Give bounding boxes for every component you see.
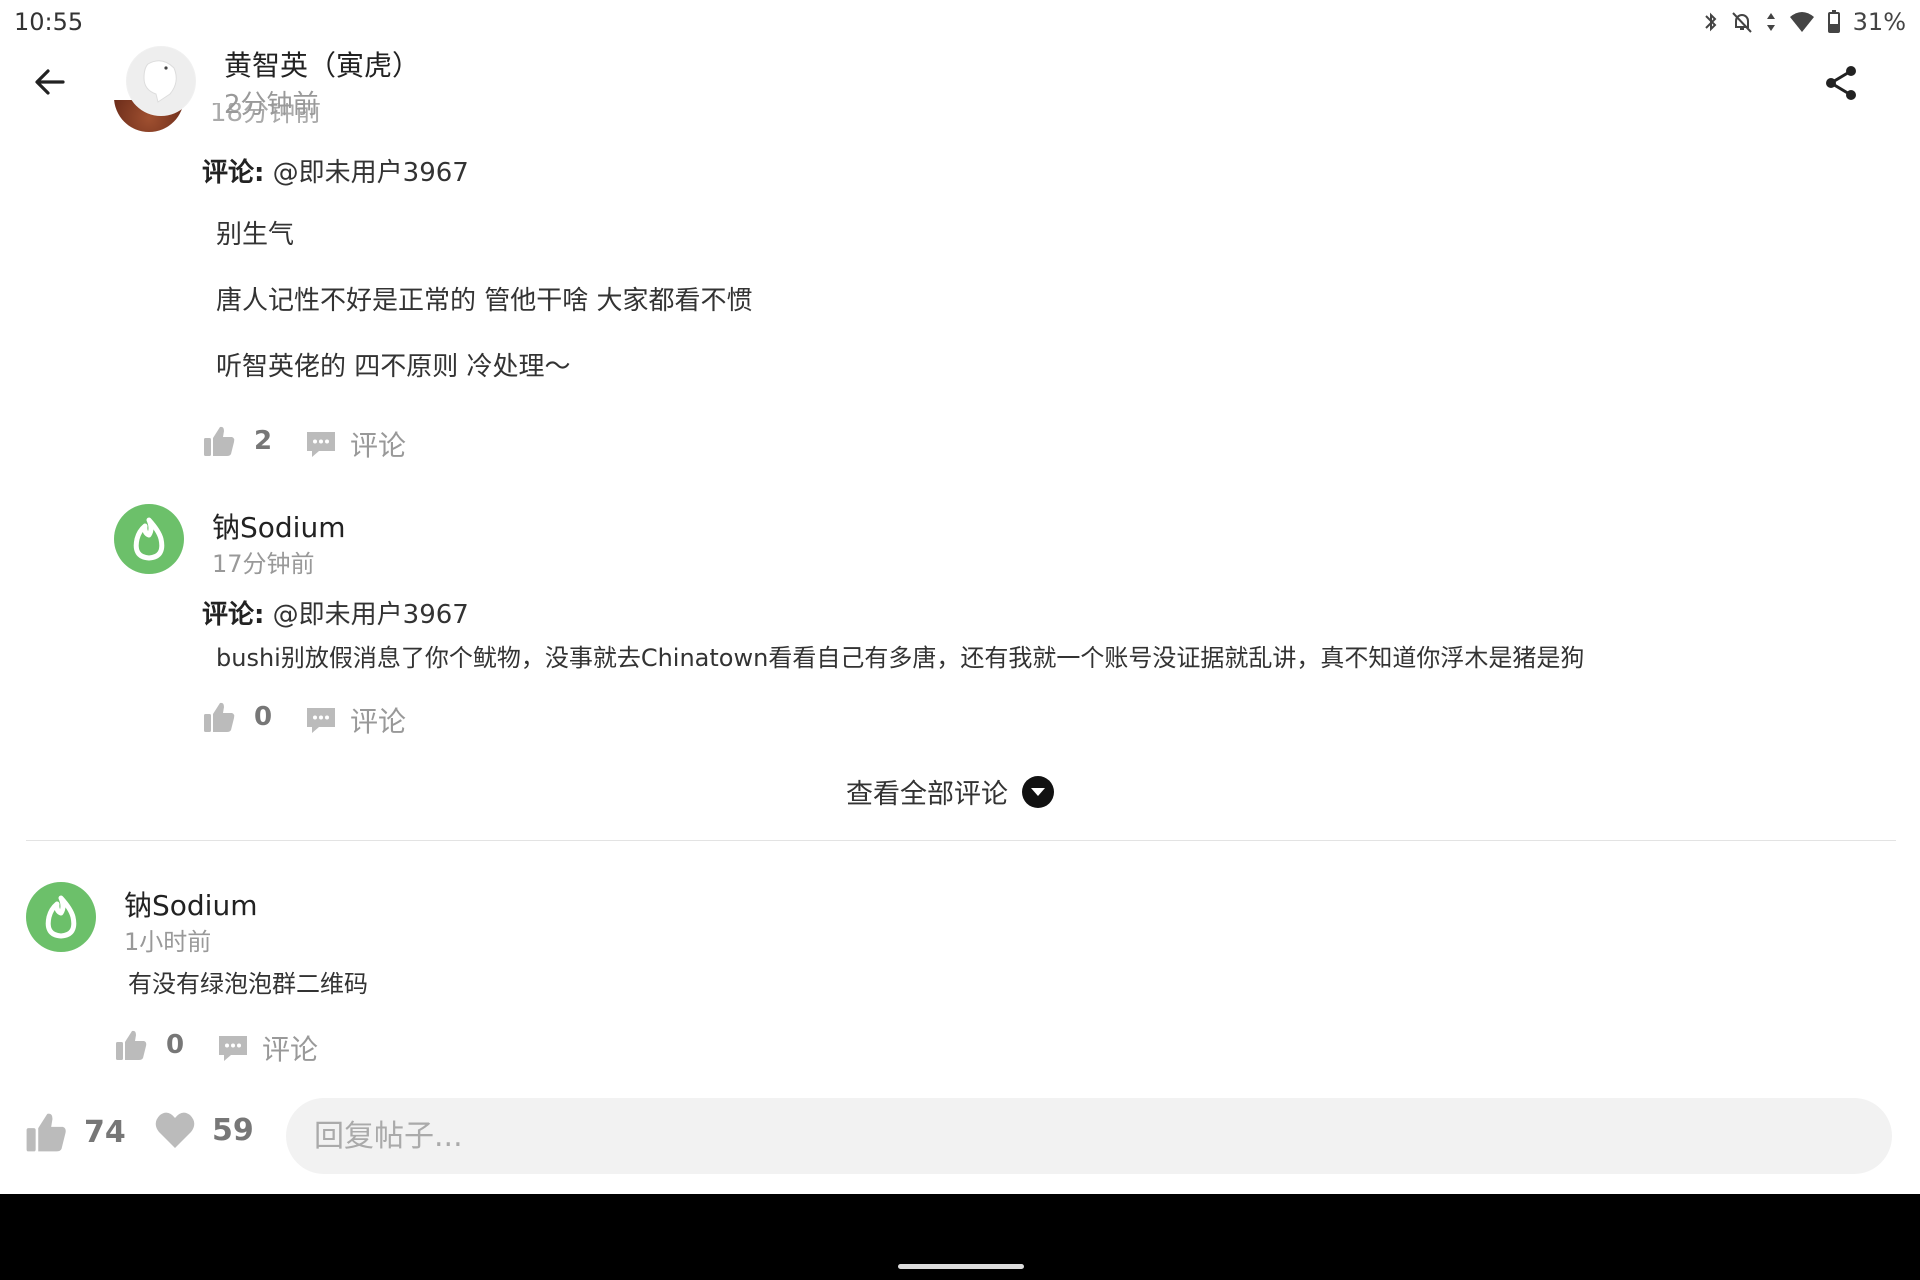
comment-prefix: 评论: xyxy=(202,600,265,630)
thumbs-up-icon xyxy=(116,1030,147,1060)
comment-bubble-icon xyxy=(307,708,335,733)
share-icon xyxy=(1826,66,1856,100)
reply-1-line-2: 唐人记性不好是正常的 管他干啥 大家都看不惯 xyxy=(216,286,753,316)
reply-input[interactable] xyxy=(286,1098,1892,1174)
thumbs-up-icon xyxy=(204,426,235,456)
data-arrows-icon xyxy=(1766,13,1775,31)
comment-avatar[interactable] xyxy=(26,882,96,952)
mention[interactable]: @即未用户3967 xyxy=(273,600,469,630)
flame-logo-icon xyxy=(133,517,165,561)
author-avatar[interactable] xyxy=(126,46,196,116)
reply-1-line-1: 别生气 xyxy=(216,220,295,250)
like-count: 0 xyxy=(166,1030,185,1060)
reply-2-time: 17分钟前 xyxy=(212,550,315,578)
post-like-count: 74 xyxy=(84,1114,126,1150)
comment-time: 1小时前 xyxy=(124,928,212,956)
comment-label: 评论 xyxy=(350,429,407,462)
notifications-off-icon xyxy=(1731,12,1752,33)
post-time: 2分钟前 xyxy=(224,90,319,120)
comment-like-button[interactable]: 0 xyxy=(114,1028,184,1062)
post-favorite-button[interactable]: 59 xyxy=(154,1110,254,1150)
post-favorite-count: 59 xyxy=(212,1112,254,1148)
comment-reply-button[interactable]: 评论 xyxy=(216,1028,318,1068)
status-icons: 31% xyxy=(1703,8,1906,36)
comment-text: 有没有绿泡泡群二维码 xyxy=(128,970,368,998)
bluetooth-icon xyxy=(1704,12,1717,32)
reply-2-target: 评论: @即未用户3967 xyxy=(202,594,469,631)
reply-2-author[interactable]: 钠Sodium xyxy=(212,506,345,546)
divider xyxy=(26,840,1896,841)
comment-bubble-icon xyxy=(307,432,335,457)
thumbs-up-icon xyxy=(26,1113,66,1152)
mention[interactable]: @即未用户3967 xyxy=(273,158,469,188)
battery-percent: 31% xyxy=(1852,8,1906,36)
comment-author[interactable]: 钠Sodium xyxy=(124,884,257,924)
heart-icon xyxy=(155,1112,195,1148)
arrow-left-icon xyxy=(35,69,65,95)
reply-1-comment-button[interactable]: 评论 xyxy=(304,424,406,464)
reply-2-avatar[interactable] xyxy=(114,504,184,574)
view-all-label: 查看全部评论 xyxy=(846,779,1008,810)
reply-2-comment-button[interactable]: 评论 xyxy=(304,700,406,740)
reply-1-target: 评论: @即未用户3967 xyxy=(202,152,469,189)
like-count: 0 xyxy=(254,702,273,732)
comment-bubble-icon xyxy=(219,1036,247,1061)
status-time: 10:55 xyxy=(14,8,84,36)
post-like-button[interactable]: 74 xyxy=(24,1110,126,1154)
comment-prefix: 评论: xyxy=(202,158,265,188)
comment-label: 评论 xyxy=(262,1033,319,1066)
thumbs-up-icon xyxy=(204,702,235,732)
back-button[interactable] xyxy=(28,60,72,104)
reply-2-like-button[interactable]: 0 xyxy=(202,700,272,734)
view-all-comments-button[interactable]: 查看全部评论 xyxy=(846,772,1054,811)
chevron-down-icon xyxy=(1022,775,1054,808)
flame-logo-icon xyxy=(45,895,77,939)
home-indicator[interactable] xyxy=(898,1264,1024,1269)
battery-icon xyxy=(1827,10,1840,33)
share-button[interactable] xyxy=(1816,58,1866,108)
reply-1-like-button[interactable]: 2 xyxy=(202,424,272,458)
wifi-icon xyxy=(1789,12,1814,32)
like-count: 2 xyxy=(254,426,273,456)
author-name[interactable]: 黄智英（寅虎） xyxy=(224,44,420,84)
reply-2-line-1: bushi别放假消息了你个鱿物，没事就去Chinatown看看自己有多唐，还有我… xyxy=(216,644,1585,672)
reply-1-line-3: 听智英佬的 四不原则 冷处理～ xyxy=(216,352,571,382)
comment-label: 评论 xyxy=(350,705,407,738)
